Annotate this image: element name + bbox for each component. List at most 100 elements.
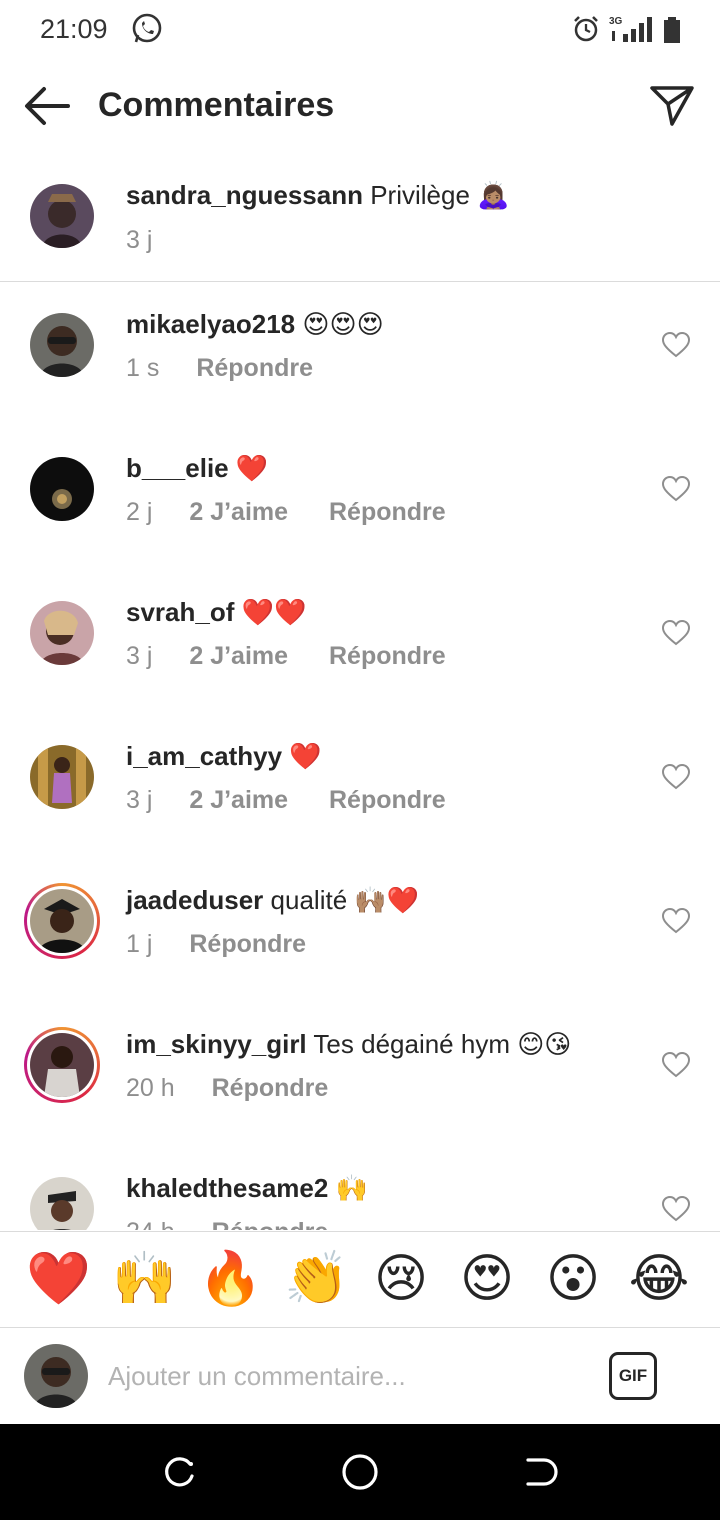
comment-time: 1 j: [126, 930, 153, 958]
comment-time: 1 s: [126, 354, 160, 382]
reply-button[interactable]: Répondre: [329, 642, 446, 671]
comment-text: i_am_cathyy ❤️: [126, 741, 322, 772]
list-item: i_am_cathyy ❤️ 3 j 2 J’aime Répondre: [0, 715, 720, 859]
reaction-heart[interactable]: ❤️: [26, 1248, 91, 1310]
reply-button[interactable]: Répondre: [212, 1218, 329, 1230]
comment-text: b___elie ❤️: [126, 453, 268, 484]
list-item: svrah_of ❤️❤️ 3 j 2 J’aime Répondre: [0, 571, 720, 715]
system-nav-bar: [0, 1424, 720, 1520]
heart-icon[interactable]: [662, 764, 690, 790]
caption-time: 3 j: [126, 226, 153, 254]
reply-button[interactable]: Répondre: [189, 930, 306, 959]
avatar-story-ring[interactable]: [24, 1027, 100, 1103]
comment-meta: 24 h Répondre: [126, 1218, 328, 1230]
heart-icon[interactable]: [662, 332, 690, 358]
username[interactable]: jaadeduser: [126, 885, 263, 915]
username[interactable]: b___elie: [126, 453, 229, 483]
username[interactable]: sandra_nguessann: [126, 180, 363, 210]
heart-icon[interactable]: [662, 620, 690, 646]
comment-time: 3 j: [126, 786, 153, 814]
reply-button[interactable]: Répondre: [329, 498, 446, 527]
avatar: [30, 1033, 94, 1097]
comment-body: ❤️❤️: [241, 597, 307, 627]
username[interactable]: im_skinyy_girl: [126, 1029, 307, 1059]
username[interactable]: i_am_cathyy: [126, 741, 282, 771]
whatsapp-icon: [132, 13, 162, 43]
like-count[interactable]: 2 J’aime: [189, 642, 288, 671]
post-caption: sandra_nguessann Privilège 🙇🏽‍♀️ 3 j: [0, 160, 720, 282]
comment-time: 3 j: [126, 642, 153, 670]
list-item: b___elie ❤️ 2 j 2 J’aime Répondre: [0, 427, 720, 571]
reaction-heart-eyes[interactable]: 😍: [456, 1248, 518, 1310]
avatar[interactable]: [30, 457, 94, 521]
username[interactable]: mikaelyao218: [126, 309, 295, 339]
comment-body: ❤️: [289, 741, 322, 771]
avatar[interactable]: [30, 313, 94, 377]
battery-icon: [664, 17, 680, 43]
like-count[interactable]: 2 J’aime: [189, 786, 288, 815]
reaction-clapping[interactable]: 👏: [284, 1248, 349, 1310]
heart-icon[interactable]: [662, 476, 690, 502]
comment-body: 😍😍😍: [302, 309, 384, 339]
back-arrow-icon[interactable]: [22, 84, 72, 128]
comment-input[interactable]: [108, 1354, 588, 1398]
caption-text: sandra_nguessann Privilège 🙇🏽‍♀️: [126, 180, 510, 211]
comment-meta: 2 j 2 J’aime Répondre: [126, 498, 446, 527]
comment-body: ❤️: [235, 453, 269, 483]
comment-text: jaadeduser qualité 🙌🏽❤️: [126, 885, 419, 916]
username[interactable]: khaledthesame2: [126, 1173, 328, 1203]
comment-time: 24 h: [126, 1218, 175, 1230]
list-item: mikaelyao218 😍😍😍 1 s Répondre: [0, 283, 720, 427]
list-item: im_skinyy_girl Tes dégainé hym 😊😘 20 h R…: [0, 1003, 720, 1147]
reply-button[interactable]: Répondre: [212, 1074, 329, 1103]
comment-text: im_skinyy_girl Tes dégainé hym 😊😘: [126, 1029, 571, 1060]
comment-body: Tes dégainé hym 😊😘: [313, 1029, 572, 1059]
signal-icon: [612, 17, 652, 42]
reaction-surprised[interactable]: 😮: [542, 1248, 604, 1310]
comment-body: qualité 🙌🏽❤️: [270, 885, 420, 915]
caption-body: Privilège 🙇🏽‍♀️: [370, 180, 510, 210]
back-nav-icon[interactable]: [520, 1452, 560, 1492]
reaction-fire[interactable]: 🔥: [198, 1248, 263, 1310]
gif-button[interactable]: GIF: [609, 1352, 657, 1400]
like-count[interactable]: 2 J’aime: [189, 498, 288, 527]
home-icon[interactable]: [340, 1452, 380, 1492]
username[interactable]: svrah_of: [126, 597, 234, 627]
comment-text: svrah_of ❤️❤️: [126, 597, 306, 628]
heart-icon[interactable]: [662, 1196, 690, 1222]
status-bar: 21:09 3G: [0, 0, 720, 60]
avatar[interactable]: [30, 184, 94, 248]
comment-text: khaledthesame2 🙌: [126, 1173, 368, 1204]
reply-button[interactable]: Répondre: [196, 354, 313, 383]
caption-meta: 3 j: [126, 226, 152, 255]
list-item: khaledthesame2 🙌 24 h Répondre: [0, 1147, 720, 1230]
comment-time: 20 h: [126, 1074, 175, 1102]
avatar[interactable]: [30, 601, 94, 665]
reaction-raising-hands[interactable]: 🙌: [112, 1248, 177, 1310]
comment-meta: 3 j 2 J’aime Répondre: [126, 786, 446, 815]
heart-icon[interactable]: [662, 908, 690, 934]
status-time: 21:09: [40, 14, 108, 44]
paper-plane-icon[interactable]: [648, 82, 696, 130]
reaction-laughing[interactable]: 😂: [628, 1248, 690, 1310]
heart-icon[interactable]: [662, 1052, 690, 1078]
reply-button[interactable]: Répondre: [329, 786, 446, 815]
comment-meta: 20 h Répondre: [126, 1074, 328, 1103]
avatar: [30, 889, 94, 953]
quick-reactions-bar: ❤️ 🙌 🔥 👏 😢 😍 😮 😂: [0, 1231, 720, 1328]
comment-time: 2 j: [126, 498, 153, 526]
avatar-story-ring[interactable]: [24, 883, 100, 959]
page-title: Commentaires: [98, 86, 335, 124]
comment-meta: 1 j Répondre: [126, 930, 306, 959]
comment-meta: 3 j 2 J’aime Répondre: [126, 642, 446, 671]
avatar[interactable]: [30, 1177, 94, 1230]
avatar[interactable]: [30, 745, 94, 809]
alarm-icon: [574, 16, 598, 42]
comments-list[interactable]: mikaelyao218 😍😍😍 1 s Répondre b___elie ❤…: [0, 283, 720, 1230]
comment-meta: 1 s Répondre: [126, 354, 313, 383]
recent-apps-icon[interactable]: [160, 1452, 200, 1492]
list-item: jaadeduser qualité 🙌🏽❤️ 1 j Répondre: [0, 859, 720, 1003]
comment-composer: GIF: [0, 1328, 720, 1424]
reaction-crying[interactable]: 😢: [370, 1248, 432, 1310]
comment-body: 🙌: [335, 1173, 368, 1203]
